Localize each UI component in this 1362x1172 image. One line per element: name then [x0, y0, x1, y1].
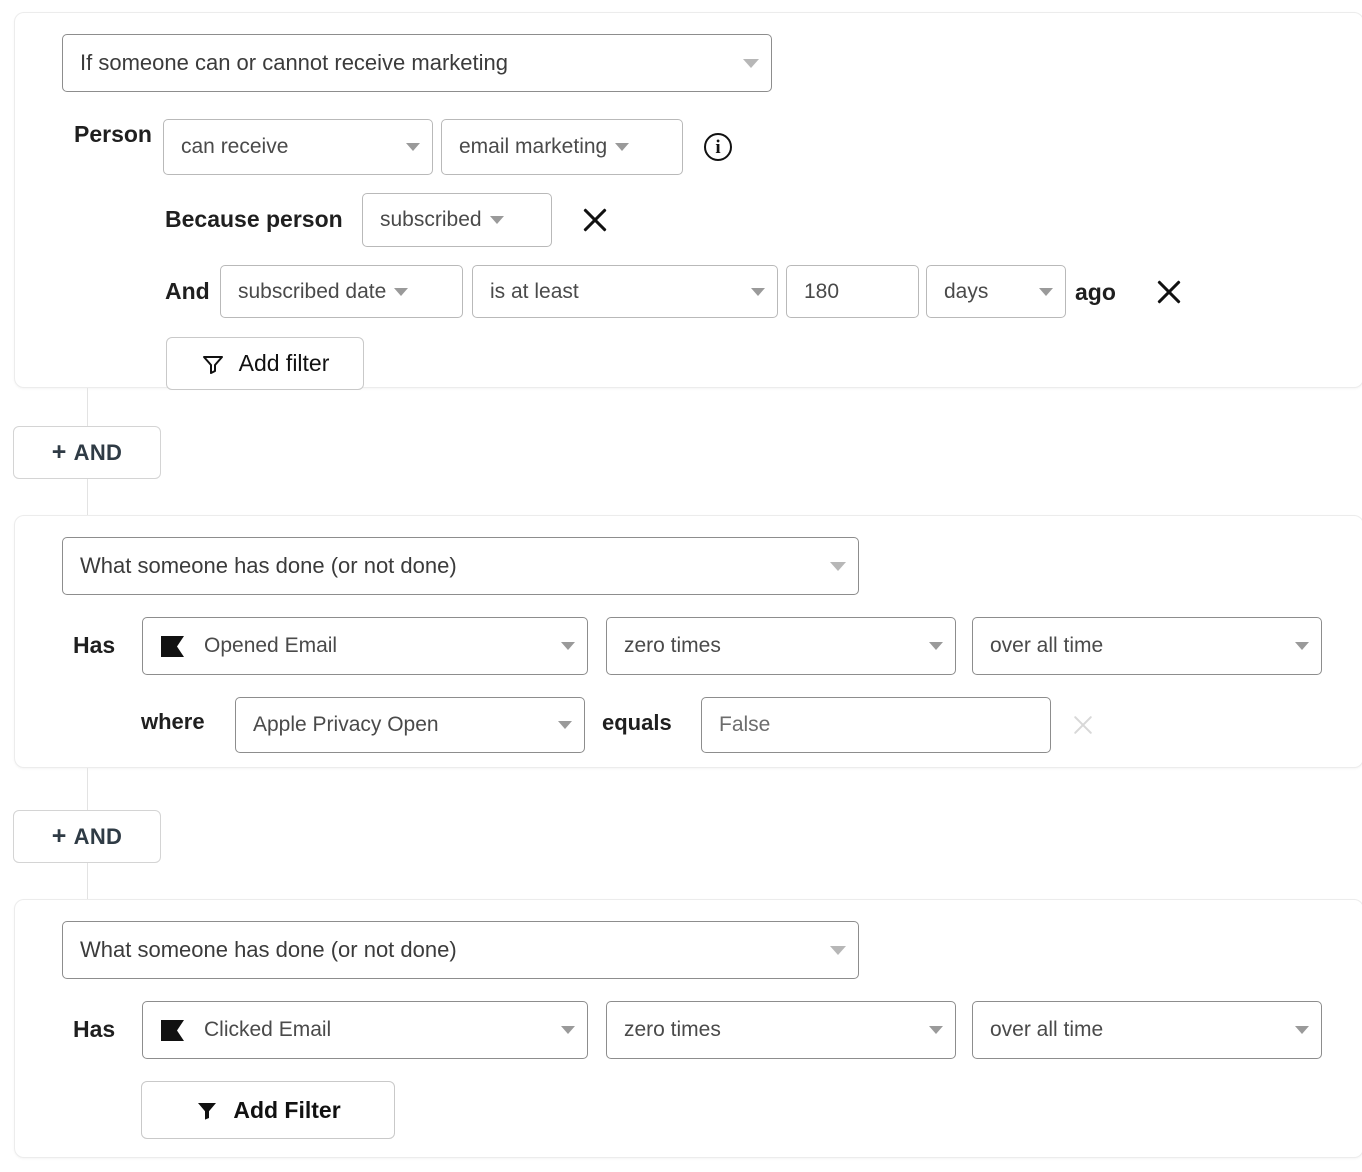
- chevron-down-icon: [406, 143, 420, 151]
- condition-group-2: What someone has done (or not done) Has …: [14, 515, 1362, 768]
- flag-icon: [159, 1018, 186, 1043]
- date-suffix-ago: ago: [1075, 281, 1116, 304]
- group-2-metric-select[interactable]: Opened Email: [142, 617, 588, 675]
- chevron-down-icon: [830, 562, 846, 571]
- remove-where-row-button[interactable]: [1066, 708, 1100, 742]
- remove-and-date-row-button[interactable]: [1152, 275, 1186, 309]
- group-2-metric-label: Opened Email: [204, 634, 337, 658]
- group-3-timeframe-select[interactable]: over all time: [972, 1001, 1322, 1059]
- chevron-down-icon: [751, 288, 765, 296]
- chevron-down-icon: [1295, 1026, 1309, 1034]
- subscribed-reason-select[interactable]: subscribed: [362, 193, 552, 247]
- date-unit-select[interactable]: days: [926, 265, 1066, 318]
- add-filter-label-group-3: Add Filter: [233, 1097, 340, 1124]
- and-label-1: AND: [74, 440, 123, 466]
- chevron-down-icon: [743, 59, 759, 68]
- date-operator-select[interactable]: is at least: [472, 265, 778, 318]
- chevron-down-icon: [1295, 642, 1309, 650]
- group-2-type-label: What someone has done (or not done): [80, 553, 457, 579]
- person-permission-select[interactable]: can receive: [163, 119, 433, 175]
- filter-solid-icon: [195, 1098, 219, 1122]
- group-2-has-prefix: Has: [73, 634, 115, 657]
- chevron-down-icon: [558, 721, 572, 729]
- group-3-metric-select[interactable]: Clicked Email: [142, 1001, 588, 1059]
- date-amount-input[interactable]: 180: [786, 265, 919, 318]
- segment-builder: If someone can or cannot receive marketi…: [0, 0, 1362, 1172]
- group-3-count-label: zero times: [624, 1018, 721, 1042]
- because-row-prefix: Because person: [165, 208, 343, 231]
- condition-group-3: What someone has done (or not done) Has …: [14, 899, 1362, 1158]
- group-3-type-select[interactable]: What someone has done (or not done): [62, 921, 859, 979]
- person-row-prefix: Person: [74, 123, 152, 146]
- subscribed-reason-label: subscribed: [380, 208, 482, 232]
- plus-icon: +: [52, 824, 67, 849]
- add-filter-button-group-1[interactable]: Add filter: [166, 337, 364, 390]
- group-3-count-select[interactable]: zero times: [606, 1001, 956, 1059]
- chevron-down-icon: [394, 288, 408, 296]
- chevron-down-icon: [929, 1026, 943, 1034]
- group-1-type-select[interactable]: If someone can or cannot receive marketi…: [62, 34, 772, 92]
- chevron-down-icon: [615, 143, 629, 151]
- group-2-count-select[interactable]: zero times: [606, 617, 956, 675]
- group-3-metric-label: Clicked Email: [204, 1018, 331, 1042]
- group-2-timeframe-label: over all time: [990, 634, 1103, 658]
- add-and-condition-button-1[interactable]: + AND: [13, 426, 161, 479]
- person-channel-select[interactable]: email marketing: [441, 119, 683, 175]
- info-icon-glyph: i: [715, 138, 720, 157]
- chevron-down-icon: [490, 216, 504, 224]
- person-channel-label: email marketing: [459, 135, 607, 159]
- chevron-down-icon: [561, 642, 575, 650]
- person-permission-label: can receive: [181, 135, 288, 159]
- date-unit-label: days: [944, 280, 988, 304]
- group-2-count-label: zero times: [624, 634, 721, 658]
- group-2-value-input[interactable]: False: [701, 697, 1051, 753]
- subscribed-date-label: subscribed date: [238, 280, 386, 304]
- add-filter-label-group-1: Add filter: [239, 350, 330, 377]
- info-icon[interactable]: i: [704, 133, 732, 161]
- and-label-2: AND: [74, 824, 123, 850]
- group-2-property-label: Apple Privacy Open: [253, 713, 439, 737]
- chevron-down-icon: [830, 946, 846, 955]
- chevron-down-icon: [1039, 288, 1053, 296]
- group-2-operator-label: equals: [602, 712, 672, 734]
- date-operator-label: is at least: [490, 280, 579, 304]
- group-1-type-label: If someone can or cannot receive marketi…: [80, 50, 508, 76]
- subscribed-date-select[interactable]: subscribed date: [220, 265, 463, 318]
- group-2-timeframe-select[interactable]: over all time: [972, 617, 1322, 675]
- plus-icon: +: [52, 440, 67, 465]
- group-3-type-label: What someone has done (or not done): [80, 937, 457, 963]
- flag-icon: [159, 634, 186, 659]
- and-date-row-prefix: And: [165, 280, 210, 303]
- add-filter-button-group-3[interactable]: Add Filter: [141, 1081, 395, 1139]
- condition-group-1: If someone can or cannot receive marketi…: [14, 12, 1362, 388]
- chevron-down-icon: [561, 1026, 575, 1034]
- date-amount-value: 180: [804, 280, 839, 304]
- group-2-where-prefix: where: [141, 711, 205, 733]
- add-and-condition-button-2[interactable]: + AND: [13, 810, 161, 863]
- group-2-value-text: False: [719, 713, 770, 737]
- group-2-property-select[interactable]: Apple Privacy Open: [235, 697, 585, 753]
- group-3-timeframe-label: over all time: [990, 1018, 1103, 1042]
- remove-because-row-button[interactable]: [578, 203, 612, 237]
- group-3-has-prefix: Has: [73, 1018, 115, 1041]
- chevron-down-icon: [929, 642, 943, 650]
- filter-outline-icon: [201, 352, 225, 376]
- group-2-type-select[interactable]: What someone has done (or not done): [62, 537, 859, 595]
